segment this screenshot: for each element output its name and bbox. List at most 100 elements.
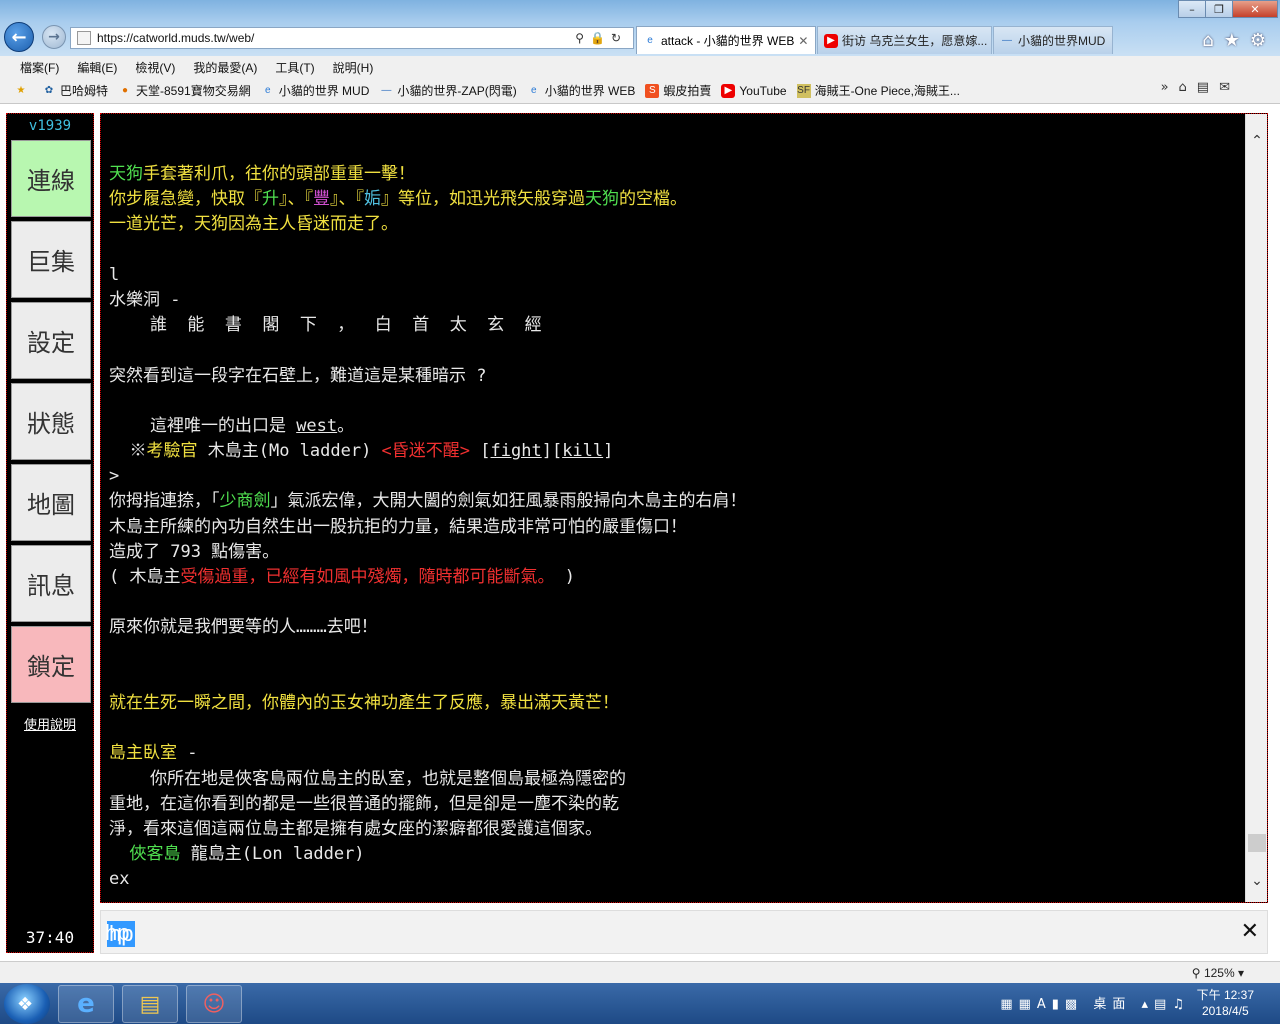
- terminal-line: 重地，在這你看到的都是一些很普通的擺飾，但是卻是一塵不染的乾: [109, 792, 1239, 817]
- maximize-button[interactable]: ❐: [1205, 0, 1233, 18]
- zoom-control[interactable]: ⚲ 125% ▾: [1192, 966, 1244, 980]
- terminal-line: 島主臥室 -: [109, 741, 1239, 766]
- fav-label: 蝦皮拍賣: [663, 84, 712, 98]
- menu-favorites[interactable]: 我的最愛(A): [193, 59, 257, 76]
- zoom-level: 125%: [1203, 966, 1235, 980]
- fav-8591[interactable]: ● 天堂-8591寶物交易網: [118, 82, 251, 99]
- gear-icon[interactable]: ⚙: [1250, 30, 1276, 51]
- terminal-segment: 』、『: [330, 189, 364, 210]
- close-window-button[interactable]: ✕: [1232, 0, 1278, 18]
- taskbar-app[interactable]: ☺: [186, 985, 242, 1023]
- terminal-scrollbar[interactable]: ⌃ ⌄: [1245, 114, 1267, 902]
- mail-icon[interactable]: ✉: [1219, 80, 1240, 95]
- terminal-segment: 木島主(Mo ladder): [197, 441, 382, 462]
- scroll-up-icon[interactable]: ⌃: [1246, 128, 1267, 154]
- start-button[interactable]: ❖: [4, 984, 50, 1024]
- close-icon[interactable]: ✕: [798, 34, 808, 48]
- scroll-thumb[interactable]: [1248, 834, 1266, 852]
- terminal-line: 你所在地是俠客島兩位島主的臥室，也就是整個島最極為隱密的: [109, 767, 1239, 792]
- address-actions[interactable]: ⚲🔒↻: [575, 31, 627, 45]
- fav-label: 海賊王-One Piece,海賊王...: [814, 84, 960, 98]
- menu-help[interactable]: 說明(H): [333, 59, 374, 76]
- minimize-button[interactable]: –: [1178, 0, 1206, 18]
- terminal-segment: ]: [603, 441, 614, 462]
- terminal-segment: ※: [109, 441, 147, 462]
- terminal-segment: 淨，看來這個這兩位島主都是擁有處女座的潔癖都很愛護這個家。: [109, 818, 602, 839]
- fav-shopee[interactable]: S 蝦皮拍賣: [645, 82, 711, 99]
- back-button[interactable]: ←: [4, 22, 34, 52]
- tab-label: 街访 乌克兰女生，愿意嫁...: [842, 34, 988, 48]
- terminal-link[interactable]: west: [296, 416, 337, 436]
- help-link[interactable]: 使用說明: [7, 714, 93, 733]
- page-icon: e: [264, 85, 271, 96]
- terminal-segment: 考驗官: [146, 441, 198, 462]
- taskbar-ie[interactable]: e: [58, 985, 114, 1023]
- tray-clock[interactable]: 下午 12:37 2018/4/5: [1197, 987, 1254, 1019]
- fav-catworld-mud[interactable]: e 小貓的世界 MUD: [261, 82, 369, 99]
- terminal-link[interactable]: kill: [562, 441, 603, 461]
- connect-button[interactable]: 連線: [11, 140, 91, 217]
- lock-icon: 🔒: [589, 31, 611, 45]
- tab-attack[interactable]: e attack - 小貓的世界 WEB ✕: [636, 26, 816, 54]
- tab-video[interactable]: ▶ 街访 乌克兰女生，愿意嫁...: [817, 26, 992, 54]
- fav-bahamut[interactable]: ✿ 巴哈姆特: [42, 82, 108, 99]
- status-button[interactable]: 狀態: [11, 383, 91, 460]
- favorites-star[interactable]: ★: [14, 84, 32, 98]
- shop-icon: ●: [121, 85, 129, 96]
- address-bar[interactable]: https://catworld.muds.tw/web/ ⚲🔒↻: [70, 27, 634, 49]
- tray-icons[interactable]: ▦▦A▮▩: [1000, 997, 1083, 1012]
- star-icon[interactable]: ★: [1224, 30, 1250, 51]
- tray-desktop-label[interactable]: 桌面: [1093, 997, 1131, 1012]
- menu-view[interactable]: 檢視(V): [135, 59, 175, 76]
- fav-onepiece[interactable]: SF 海賊王-One Piece,海賊王...: [796, 82, 960, 99]
- settings-button[interactable]: 設定: [11, 302, 91, 379]
- refresh-icon[interactable]: ↻: [611, 31, 627, 45]
- terminal-segment: 誰 能 書 閣 下 ， 白 首 太 玄 經: [109, 315, 542, 336]
- terminal-line: 誰 能 書 閣 下 ， 白 首 太 玄 經: [109, 313, 1239, 338]
- macro-button[interactable]: 巨集: [11, 221, 91, 298]
- home-icon[interactable]: ⌂: [1202, 30, 1223, 51]
- lock-button[interactable]: 鎖定: [11, 626, 91, 703]
- terminal-segment: 一道光芒，天狗因為主人昏迷而走了。: [109, 214, 398, 235]
- command-input[interactable]: [105, 919, 1205, 947]
- address-url: https://catworld.muds.tw/web/: [97, 31, 255, 45]
- taskbar-explorer[interactable]: ▤: [122, 985, 178, 1023]
- youtube-icon: ▶: [721, 83, 736, 98]
- forward-button[interactable]: →: [42, 25, 66, 49]
- menu-edit[interactable]: 編輯(E): [77, 59, 117, 76]
- menu-tools[interactable]: 工具(T): [275, 59, 314, 76]
- terminal-line: >: [109, 464, 1239, 489]
- terminal-link[interactable]: fight: [491, 441, 542, 461]
- network-icon[interactable]: ▤: [1154, 997, 1172, 1012]
- terminal-segment: 你步履急變，快取『: [109, 189, 262, 210]
- terminal-segment: 水樂洞 -: [109, 289, 181, 310]
- tray-date: 2018/4/5: [1201, 1004, 1249, 1018]
- terminal-segment: 的空檔。: [619, 189, 687, 210]
- fav-youtube[interactable]: ▶ YouTube: [721, 83, 787, 98]
- tray-time: 下午 12:37: [1196, 988, 1254, 1002]
- fav-catworld-zap[interactable]: — 小貓的世界-ZAP(閃電): [379, 82, 516, 99]
- clear-icon[interactable]: ✕: [1241, 919, 1259, 944]
- browser-titlebar: ← → https://catworld.muds.tw/web/ ⚲🔒↻ e …: [0, 0, 1280, 56]
- terminal-segment: 升: [262, 189, 279, 210]
- terminal-segment: 原來你就是我們要等的人………去吧！: [109, 617, 378, 638]
- terminal-output[interactable]: 天狗手套著利爪，往你的頭部重重一擊！ 你步履急變，快取『升』、『豐』、『姤』等位，…: [100, 113, 1268, 903]
- tab-catworld[interactable]: — 小貓的世界MUD: [993, 26, 1113, 54]
- chevron-up-icon[interactable]: ▴: [1142, 997, 1155, 1012]
- scroll-down-icon[interactable]: ⌄: [1246, 868, 1267, 894]
- volume-icon[interactable]: ♫: [1172, 997, 1190, 1012]
- terminal-line: 淨，看來這個這兩位島主都是擁有處女座的潔癖都很愛護這個家。: [109, 817, 1239, 842]
- chevron-right-icon[interactable]: »: [1161, 80, 1179, 95]
- message-button[interactable]: 訊息: [11, 545, 91, 622]
- map-button[interactable]: 地圖: [11, 464, 91, 541]
- ie-icon: e: [647, 35, 653, 46]
- terminal-segment: ex: [109, 869, 130, 890]
- home-icon[interactable]: ⌂: [1179, 80, 1197, 95]
- search-icon[interactable]: ⚲: [575, 31, 590, 45]
- fav-catworld-web[interactable]: e 小貓的世界 WEB: [527, 82, 635, 99]
- rss-icon[interactable]: ▤: [1197, 80, 1219, 95]
- menu-file[interactable]: 檔案(F): [20, 59, 59, 76]
- terminal-line: ex: [109, 867, 1239, 892]
